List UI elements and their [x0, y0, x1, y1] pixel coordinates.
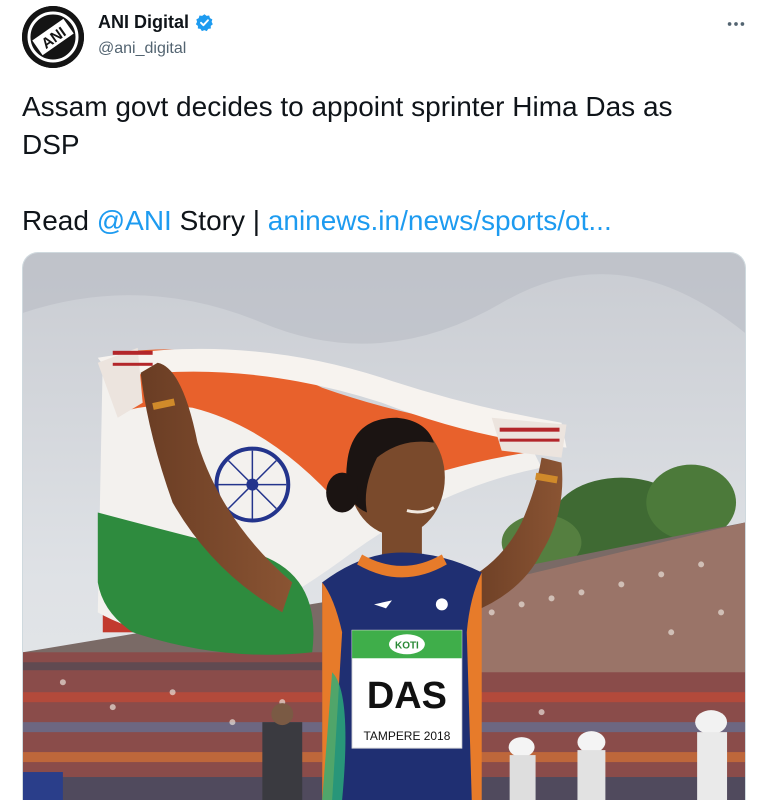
sprinter-flag-photo: KOTI DAS TAMPERE 2018 — [23, 253, 745, 800]
tweet-text: Assam govt decides to appoint sprinter H… — [22, 88, 722, 240]
avatar[interactable]: ANI — [22, 6, 84, 68]
bib-name: DAS — [367, 675, 447, 717]
article-url-link[interactable]: aninews.in/news/sports/ot... — [268, 205, 612, 236]
tweet-card: ANI ANI Digital @ani_digital Assam govt … — [0, 0, 758, 800]
ani-mention-link[interactable]: @ANI — [97, 205, 172, 236]
story-separator: Story | — [171, 205, 268, 236]
verified-badge-icon — [195, 13, 214, 32]
display-name-text[interactable]: ANI Digital — [98, 12, 189, 33]
bib-event: TAMPERE 2018 — [363, 729, 450, 743]
tweet-headline: Assam govt decides to appoint sprinter H… — [22, 91, 673, 160]
more-options-button[interactable] — [722, 10, 750, 38]
display-name[interactable]: ANI Digital — [98, 12, 214, 33]
author-handle[interactable]: @ani_digital — [98, 40, 186, 58]
read-prefix: Read — [22, 205, 97, 236]
tweet-read-line: Read @ANI Story | aninews.in/news/sports… — [22, 202, 722, 240]
tweet-photo[interactable]: KOTI DAS TAMPERE 2018 — [22, 252, 746, 800]
ani-logo-icon: ANI — [22, 6, 84, 68]
more-horizontal-icon — [727, 22, 745, 26]
bib-sponsor-label: KOTI — [395, 640, 419, 651]
